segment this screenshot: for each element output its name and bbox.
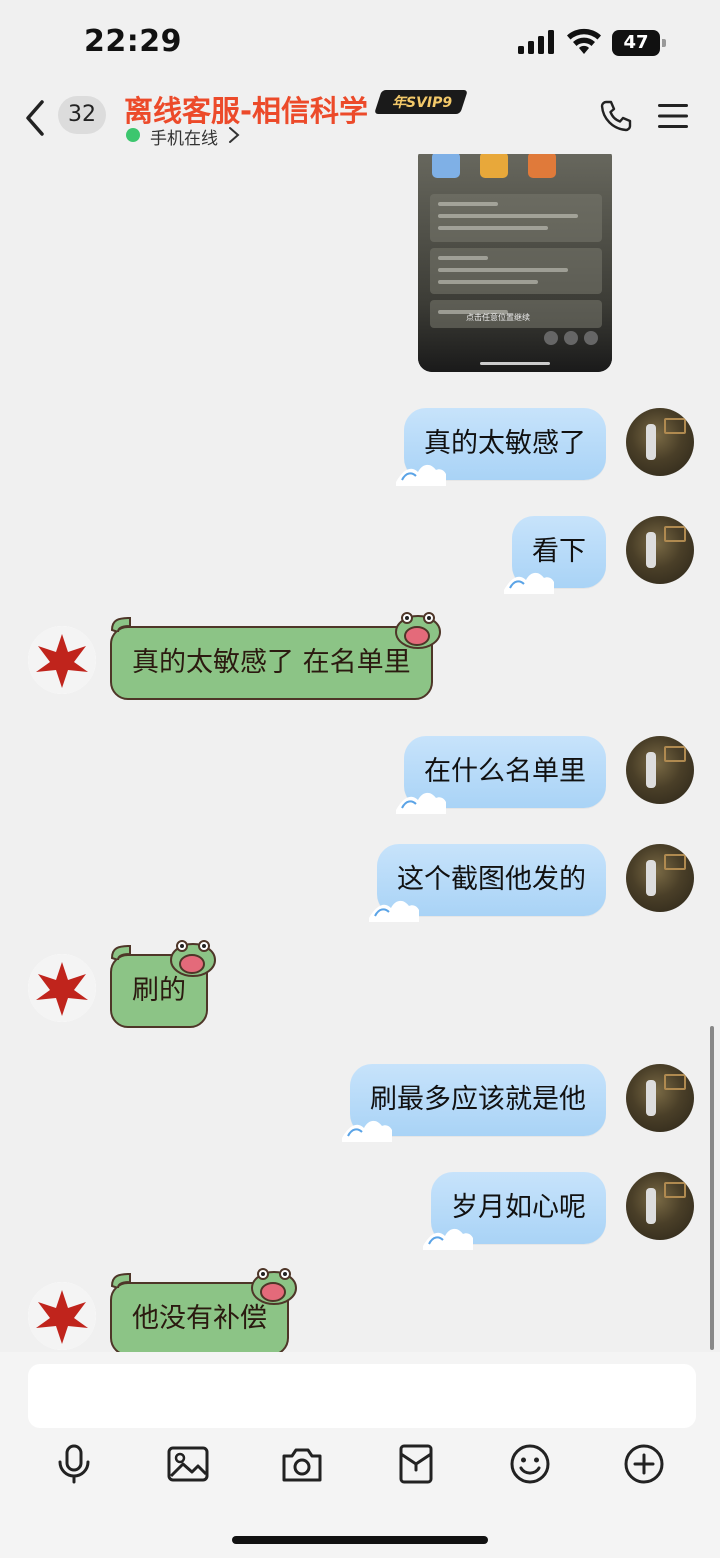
- message-bubble-incoming[interactable]: 真的太敏感了 在名单里: [110, 612, 441, 700]
- signal-icon: [518, 30, 554, 54]
- message-text: 刷最多应该就是他: [370, 1084, 586, 1115]
- input-area: [0, 1352, 720, 1558]
- message-bubble-outgoing[interactable]: 在什么名单里: [396, 736, 606, 814]
- status-bar: 22:29 47: [0, 0, 720, 88]
- tab-decoration-icon: [110, 1272, 131, 1288]
- vip-badge-label: 年SVIP9: [392, 95, 453, 111]
- wave-decoration-icon: [369, 900, 419, 922]
- home-indicator[interactable]: [232, 1536, 488, 1544]
- frog-decoration-icon: [394, 612, 441, 649]
- message-list[interactable]: 点击任意位置继续 真的太敏感了 看下 真的太敏感了 在名单里 在什么名单里 这个…: [0, 154, 720, 1352]
- chevron-right-icon[interactable]: [228, 126, 240, 144]
- tab-decoration-icon: [110, 944, 131, 960]
- contact-avatar[interactable]: [28, 626, 96, 694]
- contact-avatar[interactable]: [28, 954, 96, 1022]
- image-icon[interactable]: [166, 1442, 210, 1486]
- wave-decoration-icon: [342, 1120, 392, 1142]
- self-avatar[interactable]: [626, 736, 694, 804]
- image-message[interactable]: 点击任意位置继续: [418, 154, 612, 372]
- phone-icon[interactable]: [598, 98, 634, 134]
- message-text: 看下: [532, 536, 586, 567]
- message-bubble-incoming[interactable]: 刷的: [110, 940, 216, 1028]
- message-bubble-outgoing[interactable]: 岁月如心呢: [423, 1172, 606, 1250]
- camera-icon[interactable]: [280, 1442, 324, 1486]
- unread-count-badge[interactable]: 32: [58, 96, 106, 134]
- image-hint-text: 点击任意位置继续: [466, 313, 530, 322]
- scrollbar[interactable]: [710, 1026, 714, 1350]
- self-avatar[interactable]: [626, 1064, 694, 1132]
- wifi-icon: [567, 28, 601, 54]
- message-text: 在什么名单里: [424, 756, 586, 787]
- message-bubble-outgoing[interactable]: 真的太敏感了: [396, 408, 606, 486]
- self-avatar[interactable]: [626, 408, 694, 476]
- message-text: 真的太敏感了: [424, 428, 586, 459]
- red-packet-icon[interactable]: [394, 1442, 438, 1486]
- online-status-dot: [126, 128, 140, 142]
- wave-decoration-icon: [396, 464, 446, 486]
- wave-decoration-icon: [396, 792, 446, 814]
- message-bubble-outgoing[interactable]: 这个截图他发的: [369, 844, 606, 922]
- menu-icon[interactable]: [656, 102, 690, 130]
- plus-icon[interactable]: [622, 1442, 666, 1486]
- wave-decoration-icon: [423, 1228, 473, 1250]
- frog-decoration-icon: [170, 940, 216, 977]
- message-text: 岁月如心呢: [451, 1192, 586, 1223]
- microphone-icon[interactable]: [52, 1442, 96, 1486]
- message-input[interactable]: [28, 1364, 696, 1428]
- chat-header: 32 离线客服-相信科学 年SVIP9 手机在线: [0, 88, 720, 154]
- contact-avatar[interactable]: [28, 1282, 96, 1350]
- message-bubble-outgoing[interactable]: 刷最多应该就是他: [342, 1064, 606, 1142]
- self-avatar[interactable]: [626, 516, 694, 584]
- emoji-icon[interactable]: [508, 1442, 552, 1486]
- online-status-text[interactable]: 手机在线: [150, 124, 218, 149]
- message-bubble-incoming[interactable]: 他没有补偿: [110, 1268, 297, 1352]
- battery-icon: 47: [612, 30, 666, 56]
- frog-decoration-icon: [251, 1268, 297, 1305]
- battery-level: 47: [612, 30, 660, 56]
- image-tools: [538, 330, 602, 345]
- message-text: 真的太敏感了 在名单里: [132, 647, 411, 678]
- message-bubble-outgoing[interactable]: 看下: [504, 516, 606, 594]
- self-avatar[interactable]: [626, 844, 694, 912]
- message-text: 这个截图他发的: [397, 864, 586, 895]
- self-avatar[interactable]: [626, 1172, 694, 1240]
- status-time: 22:29: [84, 24, 182, 59]
- tab-decoration-icon: [110, 616, 131, 632]
- wave-decoration-icon: [504, 572, 554, 594]
- message-text: 刷的: [132, 975, 186, 1006]
- message-text: 他没有补偿: [132, 1303, 267, 1334]
- vip-badge: 年SVIP9: [374, 90, 468, 116]
- back-arrow-icon[interactable]: [22, 98, 48, 138]
